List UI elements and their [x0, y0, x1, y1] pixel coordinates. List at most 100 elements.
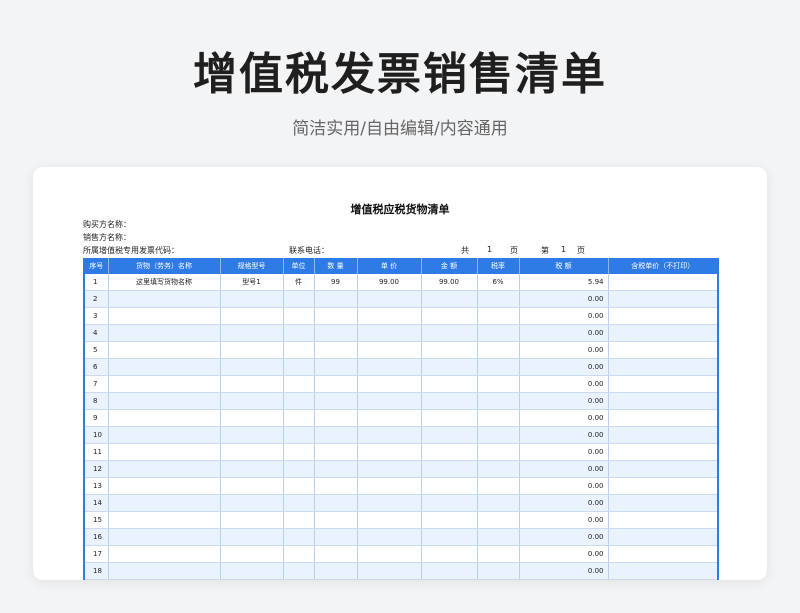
cell-amount[interactable]	[421, 392, 478, 410]
cell-amount[interactable]	[421, 460, 478, 478]
cell-tax-amount[interactable]: 0.00	[519, 375, 609, 393]
cell-goods-name[interactable]	[108, 426, 221, 444]
cell-index[interactable]: 2	[84, 290, 109, 308]
cell-tax-amount[interactable]: 0.00	[519, 341, 609, 359]
cell-goods-name[interactable]	[108, 290, 221, 308]
cell-goods-name[interactable]	[108, 341, 221, 359]
cell-unit[interactable]	[283, 460, 315, 478]
cell-unit-price[interactable]	[357, 528, 422, 546]
cell-quantity[interactable]	[314, 375, 358, 393]
cell-index[interactable]: 12	[84, 460, 109, 478]
cell-tax-rate[interactable]	[477, 358, 520, 376]
cell-goods-name[interactable]	[108, 392, 221, 410]
cell-unit[interactable]	[283, 358, 315, 376]
cell-model[interactable]	[220, 324, 284, 342]
cell-index[interactable]: 3	[84, 307, 109, 325]
cell-unit-price[interactable]	[357, 511, 422, 529]
cell-quantity[interactable]	[314, 426, 358, 444]
cell-unit-price[interactable]	[357, 562, 422, 580]
cell-goods-name[interactable]	[108, 307, 221, 325]
cell-quantity[interactable]	[314, 392, 358, 410]
cell-tax-rate[interactable]	[477, 494, 520, 512]
cell-quantity[interactable]	[314, 477, 358, 495]
cell-quantity[interactable]	[314, 511, 358, 529]
cell-unit-price[interactable]	[357, 341, 422, 359]
cell-tax-amount[interactable]: 0.00	[519, 477, 609, 495]
cell-tax-amount[interactable]: 0.00	[519, 528, 609, 546]
cell-goods-name[interactable]	[108, 375, 221, 393]
cell-model[interactable]	[220, 426, 284, 444]
cell-tax-incl-price[interactable]	[608, 511, 719, 529]
cell-amount[interactable]	[421, 341, 478, 359]
cell-goods-name[interactable]: 这里填写货物名称	[108, 274, 221, 291]
cell-unit[interactable]	[283, 545, 315, 563]
cell-unit[interactable]	[283, 392, 315, 410]
cell-amount[interactable]	[421, 528, 478, 546]
cell-unit-price[interactable]: 99.00	[357, 274, 422, 291]
cell-goods-name[interactable]	[108, 324, 221, 342]
cell-tax-rate[interactable]	[477, 426, 520, 444]
cell-goods-name[interactable]	[108, 477, 221, 495]
cell-unit-price[interactable]	[357, 409, 422, 427]
cell-index[interactable]: 10	[84, 426, 109, 444]
cell-amount[interactable]	[421, 290, 478, 308]
cell-unit[interactable]	[283, 341, 315, 359]
cell-tax-incl-price[interactable]	[608, 477, 719, 495]
cell-model[interactable]	[220, 511, 284, 529]
cell-tax-amount[interactable]: 0.00	[519, 392, 609, 410]
cell-index[interactable]: 16	[84, 528, 109, 546]
cell-unit[interactable]	[283, 443, 315, 461]
cell-unit-price[interactable]	[357, 494, 422, 512]
cell-amount[interactable]: 99.00	[421, 274, 478, 291]
cell-tax-incl-price[interactable]	[608, 392, 719, 410]
cell-goods-name[interactable]	[108, 443, 221, 461]
cell-index[interactable]: 17	[84, 545, 109, 563]
cell-model[interactable]	[220, 494, 284, 512]
cell-unit-price[interactable]	[357, 392, 422, 410]
cell-model[interactable]	[220, 528, 284, 546]
cell-unit[interactable]	[283, 494, 315, 512]
cell-tax-incl-price[interactable]	[608, 358, 719, 376]
cell-unit-price[interactable]	[357, 375, 422, 393]
cell-unit[interactable]	[283, 307, 315, 325]
cell-unit-price[interactable]	[357, 426, 422, 444]
cell-index[interactable]: 11	[84, 443, 109, 461]
cell-index[interactable]: 9	[84, 409, 109, 427]
cell-tax-amount[interactable]: 0.00	[519, 409, 609, 427]
cell-goods-name[interactable]	[108, 409, 221, 427]
cell-tax-amount[interactable]: 0.00	[519, 307, 609, 325]
cell-tax-rate[interactable]	[477, 324, 520, 342]
cell-tax-rate[interactable]	[477, 545, 520, 563]
cell-unit-price[interactable]	[357, 477, 422, 495]
cell-amount[interactable]	[421, 324, 478, 342]
cell-model[interactable]	[220, 443, 284, 461]
cell-model[interactable]	[220, 545, 284, 563]
cell-tax-amount[interactable]: 0.00	[519, 562, 609, 580]
cell-unit[interactable]	[283, 477, 315, 495]
cell-tax-rate[interactable]	[477, 562, 520, 580]
cell-unit[interactable]	[283, 426, 315, 444]
cell-index[interactable]: 13	[84, 477, 109, 495]
cell-goods-name[interactable]	[108, 460, 221, 478]
cell-goods-name[interactable]	[108, 545, 221, 563]
cell-index[interactable]: 4	[84, 324, 109, 342]
cell-goods-name[interactable]	[108, 358, 221, 376]
cell-goods-name[interactable]	[108, 528, 221, 546]
cell-unit[interactable]	[283, 511, 315, 529]
cell-tax-rate[interactable]	[477, 443, 520, 461]
cell-tax-amount[interactable]: 0.00	[519, 511, 609, 529]
cell-unit[interactable]	[283, 528, 315, 546]
cell-index[interactable]: 14	[84, 494, 109, 512]
cell-model[interactable]	[220, 375, 284, 393]
cell-unit[interactable]	[283, 324, 315, 342]
cell-amount[interactable]	[421, 477, 478, 495]
cell-tax-incl-price[interactable]	[608, 460, 719, 478]
cell-model[interactable]	[220, 477, 284, 495]
cell-quantity[interactable]	[314, 528, 358, 546]
cell-unit[interactable]	[283, 409, 315, 427]
cell-tax-incl-price[interactable]	[608, 274, 719, 291]
cell-tax-rate[interactable]	[477, 375, 520, 393]
cell-quantity[interactable]	[314, 290, 358, 308]
cell-amount[interactable]	[421, 511, 478, 529]
cell-index[interactable]: 5	[84, 341, 109, 359]
